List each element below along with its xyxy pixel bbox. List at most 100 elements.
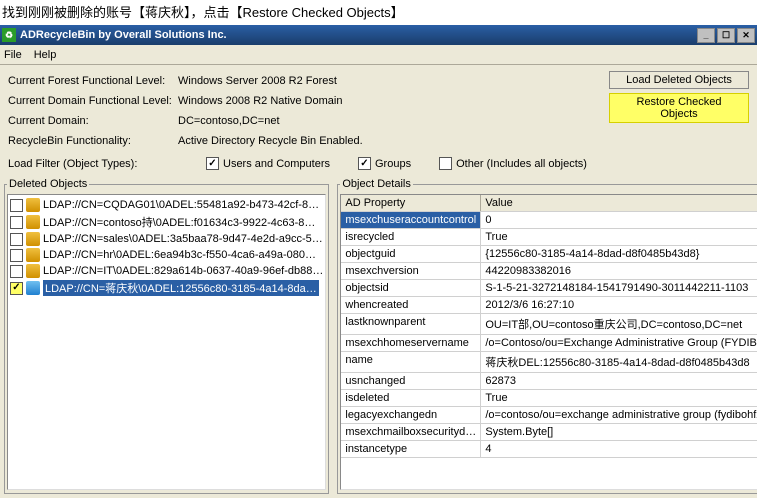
recyclebin-func-label: RecycleBin Functionality: xyxy=(8,135,178,147)
grid-row[interactable]: name蒋庆秋DEL:12556c80-3185-4a14-8dad-d8f04… xyxy=(341,352,757,373)
grid-header-property[interactable]: AD Property xyxy=(341,195,481,211)
user-icon xyxy=(26,281,40,295)
object-details-grid[interactable]: AD Property Value msexchuseraccountcontr… xyxy=(340,194,757,490)
group-icon xyxy=(26,232,40,246)
grid-cell-property: legacyexchangedn xyxy=(341,407,481,423)
minimize-button[interactable]: _ xyxy=(697,28,715,43)
grid-cell-value: /o=contoso/ou=exchange administrative gr… xyxy=(481,407,757,423)
grid-cell-value: 62873 xyxy=(481,373,757,389)
deleted-objects-panel: Deleted Objects LDAP://CN=CQDAG01\0ADEL:… xyxy=(4,178,329,494)
instruction-text: 找到刚刚被删除的账号【蒋庆秋】，点击【Restore Checked Objec… xyxy=(0,0,757,25)
grid-row[interactable]: usnchanged62873 xyxy=(341,373,757,390)
grid-row[interactable]: msexchmailboxsecuritydescriptorSystem.By… xyxy=(341,424,757,441)
grid-cell-value: /o=Contoso/ou=Exchange Administrative Gr… xyxy=(481,335,757,351)
grid-cell-value: 44220983382016 xyxy=(481,263,757,279)
grid-cell-property: lastknownparent xyxy=(341,314,481,334)
filter-users-label: Users and Computers xyxy=(223,158,330,170)
domain-fn-level-label: Current Domain Functional Level: xyxy=(8,95,178,107)
current-domain-label: Current Domain: xyxy=(8,115,178,127)
grid-cell-value: 2012/3/6 16:27:10 xyxy=(481,297,757,313)
filter-row: Load Filter (Object Types): Users and Co… xyxy=(0,153,757,178)
group-icon xyxy=(26,248,40,262)
tree-item[interactable]: LDAP://CN=IT\0ADEL:829a614b-0637-40a9-96… xyxy=(8,263,325,279)
tree-item-label: LDAP://CN=蒋庆秋\0ADEL:12556c80-3185-4a14-8… xyxy=(43,280,319,296)
grid-cell-property: usnchanged xyxy=(341,373,481,389)
tree-item-label: LDAP://CN=sales\0ADEL:3a5baa78-9d47-4e2d… xyxy=(43,233,323,245)
filter-other-checkbox[interactable]: Other (Includes all objects) xyxy=(439,157,587,170)
tree-item-label: LDAP://CN=IT\0ADEL:829a614b-0637-40a9-96… xyxy=(43,265,323,277)
tree-item[interactable]: LDAP://CN=contoso持\0ADEL:f01634c3-9922-4… xyxy=(8,213,325,231)
menu-bar: File Help xyxy=(0,45,757,65)
tree-item-checkbox[interactable] xyxy=(10,249,23,262)
grid-row[interactable]: isrecycledTrue xyxy=(341,229,757,246)
grid-cell-property: isdeleted xyxy=(341,390,481,406)
grid-row[interactable]: objectsidS-1-5-21-3272148184-1541791490-… xyxy=(341,280,757,297)
filter-groups-checkbox[interactable]: Groups xyxy=(358,157,411,170)
tree-item-checkbox[interactable] xyxy=(10,282,23,295)
tree-item[interactable]: LDAP://CN=hr\0ADEL:6ea94b3c-f550-4ca6-a4… xyxy=(8,247,325,263)
recyclebin-func-value: Active Directory Recycle Bin Enabled. xyxy=(178,135,363,147)
grid-cell-property: objectsid xyxy=(341,280,481,296)
tree-item[interactable]: LDAP://CN=CQDAG01\0ADEL:55481a92-b473-42… xyxy=(8,197,325,213)
tree-item-label: LDAP://CN=contoso持\0ADEL:f01634c3-9922-4… xyxy=(43,214,315,230)
grid-cell-property: msexchhomeservername xyxy=(341,335,481,351)
group-icon xyxy=(26,264,40,278)
grid-row[interactable]: lastknownparentOU=IT部,OU=contoso重庆公司,DC=… xyxy=(341,314,757,335)
forest-level-value: Windows Server 2008 R2 Forest xyxy=(178,75,337,87)
grid-row[interactable]: legacyexchangedn/o=contoso/ou=exchange a… xyxy=(341,407,757,424)
tree-item-label: LDAP://CN=CQDAG01\0ADEL:55481a92-b473-42… xyxy=(43,199,319,211)
grid-cell-property: msexchmailboxsecuritydescriptor xyxy=(341,424,481,440)
close-button[interactable]: ✕ xyxy=(737,28,755,43)
grid-cell-property: name xyxy=(341,352,481,372)
checkbox-icon xyxy=(439,157,452,170)
tree-item-checkbox[interactable] xyxy=(10,265,23,278)
info-panel: Load Deleted Objects Restore Checked Obj… xyxy=(0,65,757,153)
grid-cell-value: 0 xyxy=(481,212,757,228)
grid-header: AD Property Value xyxy=(341,195,757,212)
tree-item-checkbox[interactable] xyxy=(10,199,23,212)
restore-checked-button[interactable]: Restore Checked Objects xyxy=(609,93,749,123)
app-icon: ♻ xyxy=(2,28,16,42)
window-title: ADRecycleBin by Overall Solutions Inc. xyxy=(20,29,227,41)
checkbox-icon xyxy=(358,157,371,170)
grid-row[interactable]: msexchhomeservername/o=Contoso/ou=Exchan… xyxy=(341,335,757,352)
grid-row[interactable]: objectguid{12556c80-3185-4a14-8dad-d8f04… xyxy=(341,246,757,263)
grid-cell-property: msexchuseraccountcontrol xyxy=(341,212,481,228)
menu-help[interactable]: Help xyxy=(34,49,57,61)
window-titlebar: ♻ ADRecycleBin by Overall Solutions Inc.… xyxy=(0,25,757,45)
forest-level-label: Current Forest Functional Level: xyxy=(8,75,178,87)
current-domain-value: DC=contoso,DC=net xyxy=(178,115,280,127)
tree-item-checkbox[interactable] xyxy=(10,216,23,229)
tree-item-label: LDAP://CN=hr\0ADEL:6ea94b3c-f550-4ca6-a4… xyxy=(43,249,316,261)
checkbox-icon xyxy=(206,157,219,170)
grid-cell-value: System.Byte[] xyxy=(481,424,757,440)
grid-cell-property: msexchversion xyxy=(341,263,481,279)
tree-item[interactable]: LDAP://CN=蒋庆秋\0ADEL:12556c80-3185-4a14-8… xyxy=(8,279,325,297)
domain-fn-level-value: Windows 2008 R2 Native Domain xyxy=(178,95,342,107)
filter-users-checkbox[interactable]: Users and Computers xyxy=(206,157,330,170)
maximize-button[interactable]: ☐ xyxy=(717,28,735,43)
group-icon xyxy=(26,198,40,212)
grid-header-value[interactable]: Value xyxy=(481,195,757,211)
tree-item[interactable]: LDAP://CN=sales\0ADEL:3a5baa78-9d47-4e2d… xyxy=(8,231,325,247)
load-deleted-button[interactable]: Load Deleted Objects xyxy=(609,71,749,89)
grid-cell-value: S-1-5-21-3272148184-1541791490-301144221… xyxy=(481,280,757,296)
grid-cell-property: isrecycled xyxy=(341,229,481,245)
menu-file[interactable]: File xyxy=(4,49,22,61)
group-icon xyxy=(26,215,40,229)
grid-row[interactable]: isdeletedTrue xyxy=(341,390,757,407)
grid-cell-value: {12556c80-3185-4a14-8dad-d8f0485b43d8} xyxy=(481,246,757,262)
grid-row[interactable]: msexchuseraccountcontrol0 xyxy=(341,212,757,229)
grid-row[interactable]: whencreated2012/3/6 16:27:10 xyxy=(341,297,757,314)
tree-item-checkbox[interactable] xyxy=(10,233,23,246)
grid-row[interactable]: instancetype4 xyxy=(341,441,757,458)
grid-cell-value: True xyxy=(481,229,757,245)
grid-cell-property: instancetype xyxy=(341,441,481,457)
grid-cell-property: whencreated xyxy=(341,297,481,313)
deleted-objects-tree[interactable]: LDAP://CN=CQDAG01\0ADEL:55481a92-b473-42… xyxy=(7,194,326,490)
object-details-legend: Object Details xyxy=(340,178,412,190)
grid-cell-value: 4 xyxy=(481,441,757,457)
grid-cell-property: objectguid xyxy=(341,246,481,262)
grid-row[interactable]: msexchversion44220983382016 xyxy=(341,263,757,280)
filter-other-label: Other (Includes all objects) xyxy=(456,158,587,170)
